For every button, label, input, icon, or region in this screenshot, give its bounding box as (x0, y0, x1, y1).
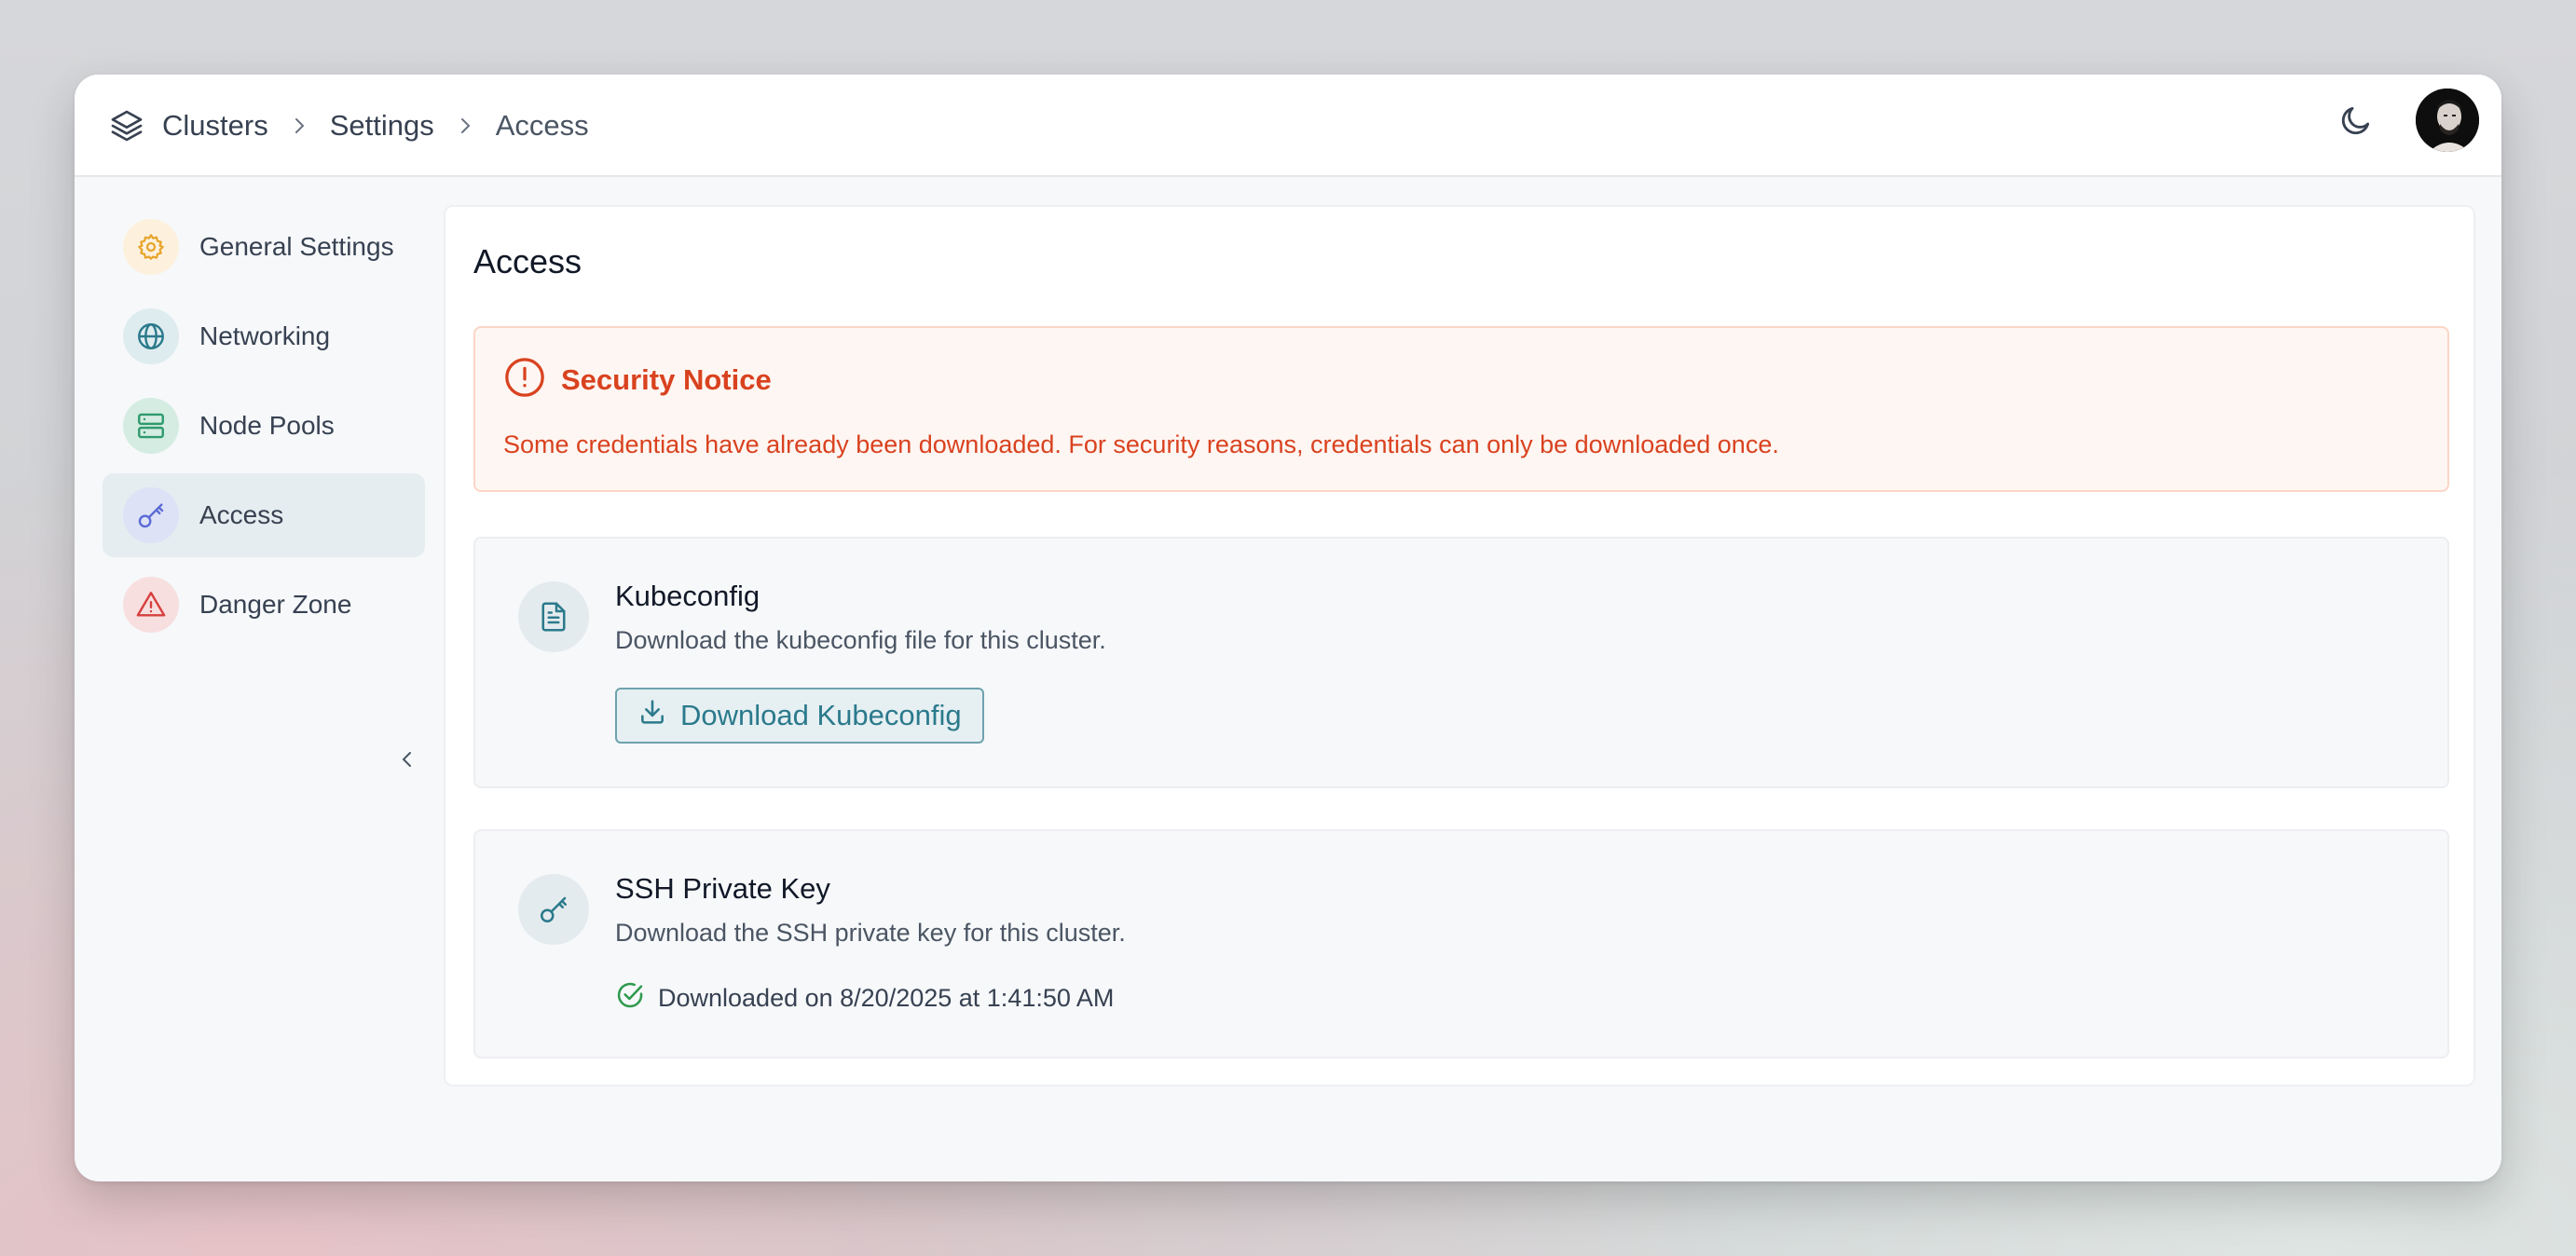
check-circle-icon (615, 980, 645, 1017)
breadcrumb: Clusters Settings Access (108, 75, 589, 177)
main-panel: Access Security Notice Some credentials … (444, 205, 2475, 1086)
download-status-text: Downloaded on 8/20/2025 at 1:41:50 AM (658, 984, 1115, 1012)
server-icon (123, 398, 179, 454)
alert-circle-icon (503, 356, 546, 403)
download-kubeconfig-label: Download Kubeconfig (680, 699, 962, 731)
kubeconfig-description: Download the kubeconfig file for this cl… (615, 626, 1106, 654)
sidebar-item-label: Access (199, 500, 284, 529)
notice-header: Security Notice (503, 356, 772, 403)
notice-title: Security Notice (561, 362, 772, 396)
sidebar-item-networking[interactable]: Networking (103, 294, 425, 378)
gear-icon (123, 219, 179, 275)
header-actions (2336, 89, 2479, 152)
download-status: Downloaded on 8/20/2025 at 1:41:50 AM (615, 980, 1114, 1017)
warning-icon (123, 577, 179, 633)
globe-icon (123, 308, 179, 364)
breadcrumb-clusters[interactable]: Clusters (162, 109, 268, 143)
file-icon (518, 581, 589, 652)
sidebar-item-danger-zone[interactable]: Danger Zone (103, 563, 425, 647)
sidebar-item-label: Danger Zone (199, 590, 352, 619)
collapse-sidebar-chevron-left-icon[interactable] (393, 745, 421, 773)
sidebar-item-access[interactable]: Access (103, 473, 425, 557)
top-bar: Clusters Settings Access (75, 75, 2501, 177)
avatar[interactable] (2416, 89, 2479, 152)
sidebar-item-general-settings[interactable]: General Settings (103, 205, 425, 289)
moon-icon[interactable] (2336, 100, 2377, 141)
sidebar-item-label: Networking (199, 321, 331, 350)
sidebar-item-node-pools[interactable]: Node Pools (103, 384, 425, 468)
sidebar-item-label: General Settings (199, 232, 394, 261)
ssh-key-card: SSH Private Key Download the SSH private… (473, 829, 2449, 1058)
sidebar-item-label: Node Pools (199, 411, 335, 440)
page-title: Access (473, 242, 582, 280)
download-icon (637, 697, 667, 734)
breadcrumb-settings[interactable]: Settings (330, 109, 434, 143)
key-icon (123, 487, 179, 543)
app-window: Clusters Settings Access General Setting… (75, 75, 2501, 1181)
breadcrumb-access: Access (495, 109, 589, 142)
ssh-key-title: SSH Private Key (615, 872, 830, 905)
key-icon (518, 874, 589, 945)
layers-icon[interactable] (108, 107, 145, 144)
security-notice: Security Notice Some credentials have al… (473, 326, 2449, 492)
kubeconfig-card: Kubeconfig Download the kubeconfig file … (473, 537, 2449, 788)
download-kubeconfig-button[interactable]: Download Kubeconfig (615, 688, 984, 744)
kubeconfig-title: Kubeconfig (615, 580, 760, 612)
settings-sidebar: General Settings Networking Node Pools A… (103, 205, 425, 767)
notice-text: Some credentials have already been downl… (503, 430, 1779, 458)
ssh-key-description: Download the SSH private key for this cl… (615, 919, 1126, 947)
chevron-right-icon (451, 112, 479, 140)
chevron-right-icon (285, 112, 313, 140)
